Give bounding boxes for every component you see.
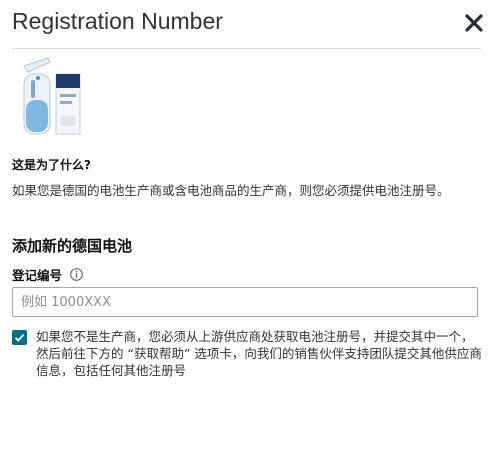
why-heading: 这是为了什么?: [12, 158, 91, 172]
dialog-header: Registration Number: [12, 6, 493, 48]
close-button[interactable]: [463, 12, 485, 34]
close-icon: [465, 14, 483, 32]
registration-number-label: 登记编号: [12, 268, 63, 283]
section-title: 添加新的德国电池: [12, 237, 133, 255]
info-icon[interactable]: [70, 268, 83, 281]
why-description: 如果您是德国的电池生产商或含电池商品的生产商，则您必须提供电池注册号。: [12, 183, 450, 198]
registration-number-input[interactable]: [12, 287, 478, 317]
supplier-confirm-text: 如果您不是生产商，您必须从上游供应商处获取电池注册号，并提交其中一个，然后前往下…: [36, 329, 482, 378]
field-label-row: 登记编号: [12, 265, 83, 284]
supplier-confirm-checkbox[interactable]: [12, 330, 27, 345]
header-divider: [12, 48, 481, 49]
dialog-title: Registration Number: [12, 8, 223, 34]
registration-dialog: Registration Number 这是为了什么? 如果您是德国的电池生产商…: [0, 0, 493, 452]
product-image: [14, 56, 84, 138]
checkmark-icon: [14, 333, 25, 342]
